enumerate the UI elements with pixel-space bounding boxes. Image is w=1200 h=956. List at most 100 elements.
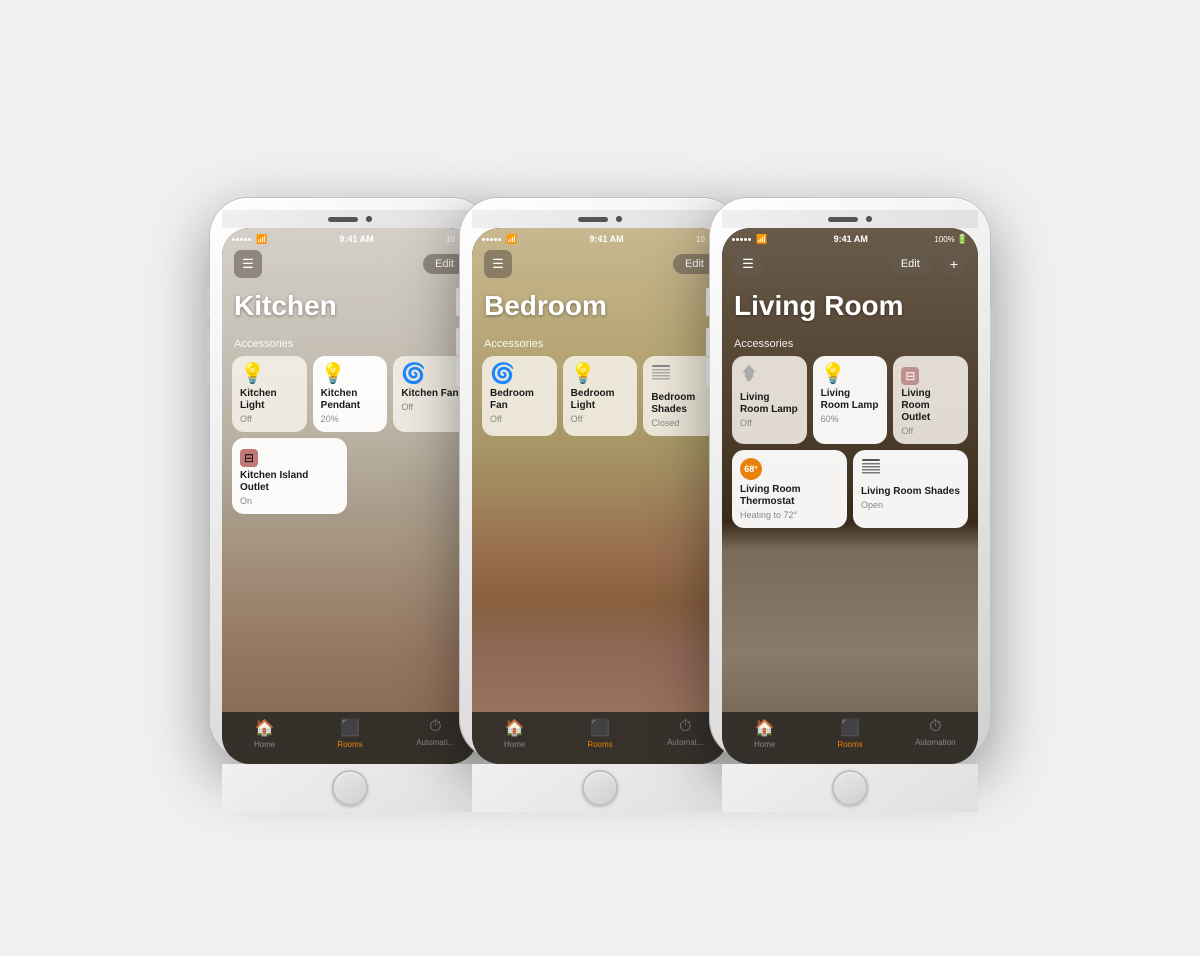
top-bar-right-livingroom: Edit +	[889, 252, 966, 276]
tab-automation-livingroom[interactable]: ⏱ Automation	[893, 718, 978, 747]
tiles-row1-kitchen: 💡 Kitchen Light Off 💡 Kitchen Pendant 20…	[222, 356, 478, 432]
phone-livingroom: 📶 9:41 AM 100% 🔋 ☰ Edit	[710, 198, 990, 758]
signal-dots-livingroom	[732, 238, 751, 241]
tile-status-kitchen-fan: Off	[401, 402, 460, 412]
earpiece-kitchen	[328, 217, 358, 222]
menu-icon-bedroom[interactable]: ☰	[484, 250, 512, 278]
tile-icon-lr-thermostat: 68°	[740, 458, 839, 480]
tile-name-kitchen-outlet: Kitchen Island Outlet	[240, 470, 339, 494]
phone-kitchen: 📶 9:41 AM 10 🔋 ☰ Ed	[210, 198, 490, 758]
phone-bedroom: 📶 9:41 AM 10 🔋 ☰ Edit	[460, 198, 740, 758]
tile-icon-lr-lamp-on: 💡	[821, 364, 880, 384]
tile-status-bedroom-shades: Closed	[651, 418, 710, 428]
signal-dots-bedroom	[482, 238, 501, 241]
tile-name-lr-shades: Living Room Shades	[861, 486, 960, 498]
tile-kitchen-fan[interactable]: 🌀 Kitchen Fan Off	[393, 356, 468, 432]
tiles-row1-bedroom: 🌀 Bedroom Fan Off 💡 Bedroom Light Off	[472, 356, 728, 436]
tab-rooms-livingroom[interactable]: ⬛ Rooms	[807, 718, 892, 749]
tile-lr-shades[interactable]: Living Room Shades Open	[853, 450, 968, 528]
menu-icon-kitchen[interactable]: ☰	[234, 250, 262, 278]
battery-kitchen: 10	[446, 235, 455, 244]
tile-name-bedroom-fan: Bedroom Fan	[490, 388, 549, 412]
room-title-kitchen: Kitchen	[222, 286, 478, 332]
plus-button-livingroom[interactable]: +	[942, 252, 966, 276]
room-title-bedroom: Bedroom	[472, 286, 728, 332]
tab-rooms-label-bedroom: Rooms	[587, 740, 612, 749]
tile-status-kitchen-outlet: On	[240, 496, 339, 506]
home-button-livingroom[interactable]	[832, 770, 868, 806]
tile-icon-kitchen-light: 💡	[240, 364, 299, 384]
home-button-area-kitchen	[222, 764, 478, 812]
tile-kitchen-outlet[interactable]: ⊟ Kitchen Island Outlet On	[232, 438, 347, 514]
menu-icon-livingroom[interactable]: ☰	[734, 250, 762, 278]
tab-automation-label-bedroom: Automat...	[667, 738, 703, 747]
tab-bar-bedroom: 🏠 Home ⬛ Rooms ⏱ Automat...	[472, 712, 728, 764]
status-time-bedroom: 9:41 AM	[589, 234, 623, 244]
status-time-kitchen: 9:41 AM	[339, 234, 373, 244]
tile-icon-kitchen-pendant: 💡	[321, 364, 380, 384]
screen-kitchen: 📶 9:41 AM 10 🔋 ☰ Ed	[222, 228, 478, 764]
home-button-bedroom[interactable]	[582, 770, 618, 806]
tile-kitchen-pendant[interactable]: 💡 Kitchen Pendant 20%	[313, 356, 388, 432]
earpiece-bedroom	[578, 217, 608, 222]
tile-icon-bedroom-shades	[651, 364, 710, 388]
tile-status-bedroom-fan: Off	[490, 414, 549, 424]
earpiece-livingroom	[828, 217, 858, 222]
tile-name-bedroom-light: Bedroom Light	[571, 388, 630, 412]
tab-home-kitchen[interactable]: 🏠 Home	[222, 718, 307, 749]
tile-icon-bedroom-fan: 🌀	[490, 364, 549, 384]
tile-name-bedroom-shades: Bedroom Shades	[651, 392, 710, 416]
iphone-shell-livingroom: 📶 9:41 AM 100% 🔋 ☰ Edit	[710, 198, 990, 758]
tiles-row1-livingroom: Living Room Lamp Off 💡 Living Room Lamp …	[722, 356, 978, 444]
tile-status-kitchen-pendant: 20%	[321, 414, 380, 424]
tile-status-lr-shades: Open	[861, 500, 960, 510]
tile-status-lr-outlet: Off	[901, 426, 960, 436]
tile-status-lr-thermostat: Heating to 72°	[740, 510, 839, 520]
tab-bar-livingroom: 🏠 Home ⬛ Rooms ⏱ Automation	[722, 712, 978, 764]
tile-bedroom-light[interactable]: 💡 Bedroom Light Off	[563, 356, 638, 436]
tile-icon-lr-outlet: ⊟	[901, 364, 960, 384]
tile-icon-lr-lamp-off	[740, 364, 799, 388]
tab-home-bedroom[interactable]: 🏠 Home	[472, 718, 557, 749]
status-left-kitchen: 📶	[232, 234, 267, 245]
accessories-label-livingroom: Accessories	[722, 332, 978, 356]
tile-icon-lr-shades	[861, 458, 960, 482]
tile-lr-lamp-off[interactable]: Living Room Lamp Off	[732, 356, 807, 444]
tiles-row2-livingroom: 68° Living Room Thermostat Heating to 72…	[722, 450, 978, 528]
tile-kitchen-light[interactable]: 💡 Kitchen Light Off	[232, 356, 307, 432]
status-time-livingroom: 9:41 AM	[834, 234, 868, 244]
tile-icon-kitchen-fan: 🌀	[401, 364, 460, 384]
tile-name-kitchen-pendant: Kitchen Pendant	[321, 388, 380, 412]
camera-kitchen	[366, 216, 372, 222]
tile-lr-outlet[interactable]: ⊟ Living Room Outlet Off	[893, 356, 968, 444]
tile-name-lr-thermostat: Living Room Thermostat	[740, 484, 839, 508]
camera-livingroom	[866, 216, 872, 222]
home-button-kitchen[interactable]	[332, 770, 368, 806]
camera-bedroom	[616, 216, 622, 222]
tab-rooms-label-livingroom: Rooms	[837, 740, 862, 749]
accessories-label-kitchen: Accessories	[222, 332, 478, 356]
top-notch-bedroom	[472, 210, 728, 228]
tile-bedroom-shades[interactable]: Bedroom Shades Closed	[643, 356, 718, 436]
tab-automation-label-kitchen: Automati...	[416, 738, 454, 747]
tiles-row2-kitchen: ⊟ Kitchen Island Outlet On	[222, 438, 478, 514]
tab-rooms-kitchen[interactable]: ⬛ Rooms	[307, 718, 392, 749]
status-right-livingroom: 100% 🔋	[934, 234, 968, 245]
tile-status-kitchen-light: Off	[240, 414, 299, 424]
home-button-area-bedroom	[472, 764, 728, 812]
tile-name-kitchen-fan: Kitchen Fan	[401, 388, 460, 400]
tile-lr-thermostat[interactable]: 68° Living Room Thermostat Heating to 72…	[732, 450, 847, 528]
room-title-livingroom: Living Room	[722, 286, 978, 332]
tab-home-livingroom[interactable]: 🏠 Home	[722, 718, 807, 749]
top-notch-kitchen	[222, 210, 478, 228]
tab-rooms-bedroom[interactable]: ⬛ Rooms	[557, 718, 642, 749]
battery-livingroom: 100%	[934, 235, 954, 244]
tab-rooms-label-kitchen: Rooms	[337, 740, 362, 749]
edit-button-livingroom[interactable]: Edit	[889, 254, 932, 274]
tile-bedroom-fan[interactable]: 🌀 Bedroom Fan Off	[482, 356, 557, 436]
tile-lr-lamp-on[interactable]: 💡 Living Room Lamp 60%	[813, 356, 888, 444]
status-left-bedroom: 📶	[482, 234, 517, 245]
tile-status-bedroom-light: Off	[571, 414, 630, 424]
tile-name-lr-outlet: Living Room Outlet	[901, 388, 960, 424]
home-button-area-livingroom	[722, 764, 978, 812]
